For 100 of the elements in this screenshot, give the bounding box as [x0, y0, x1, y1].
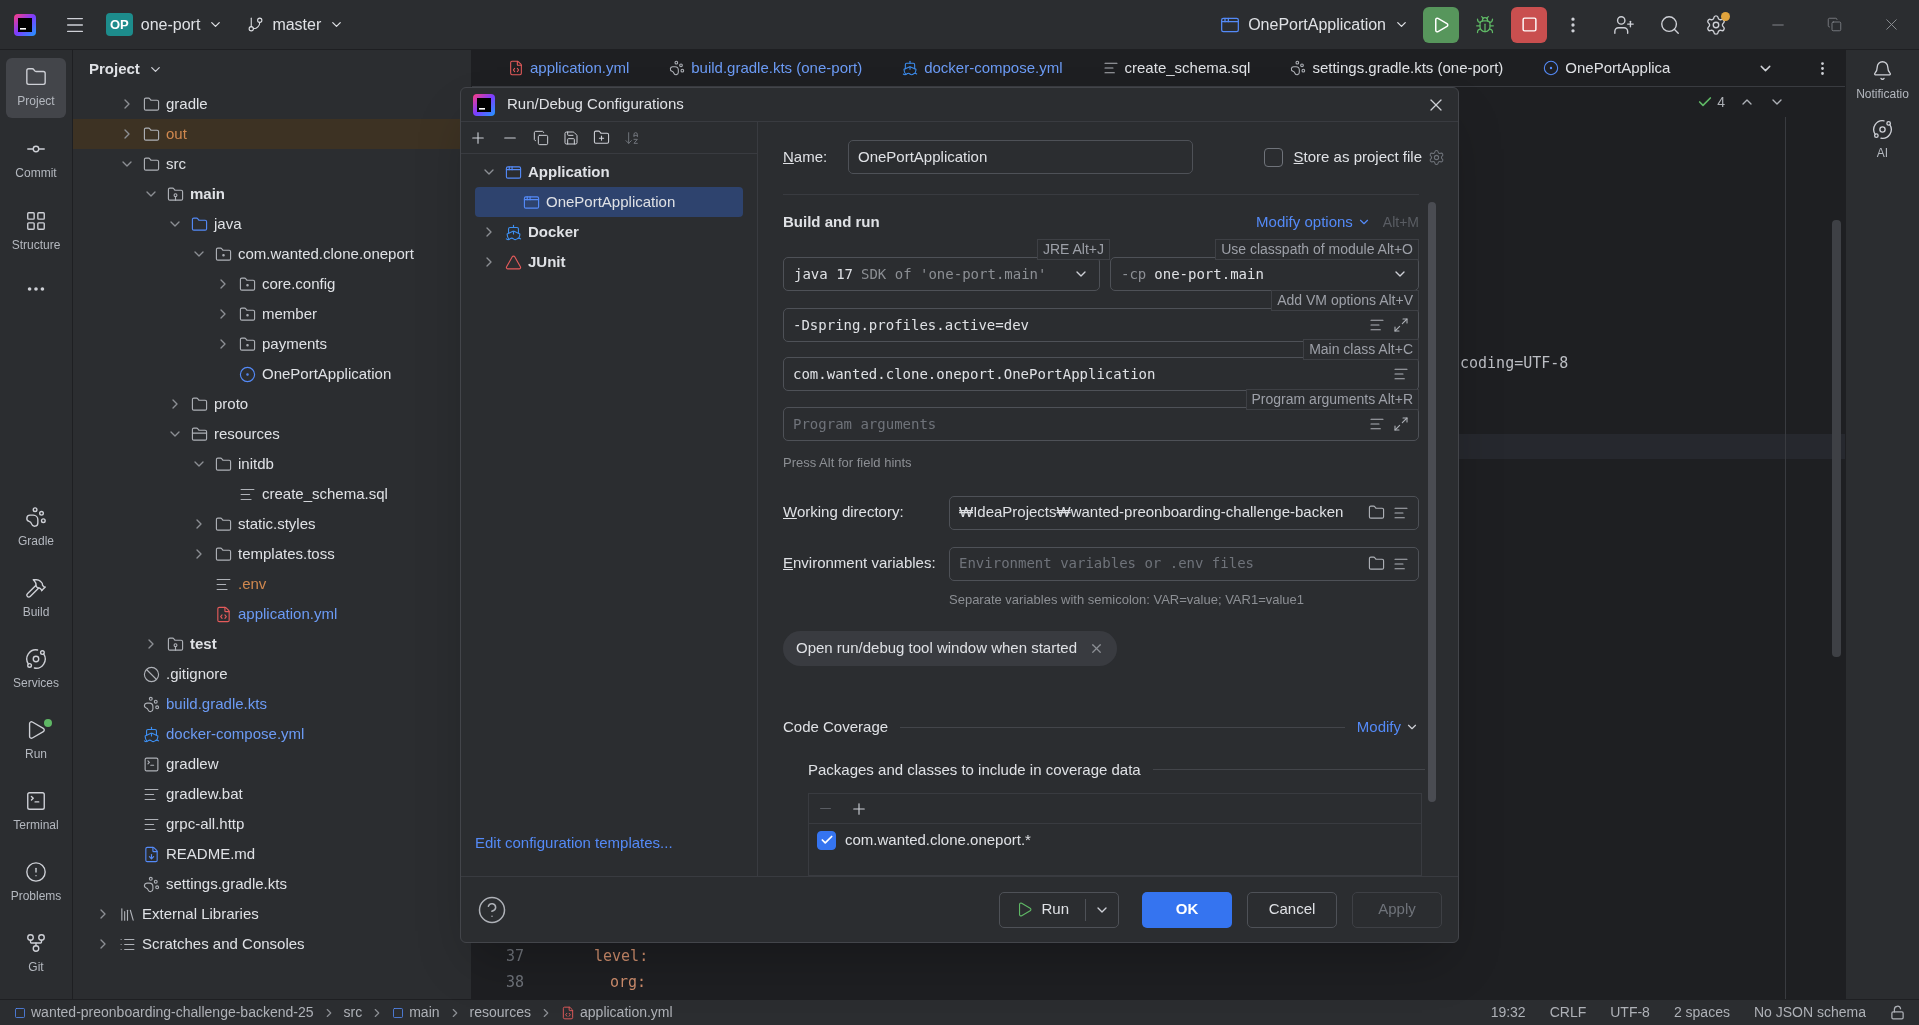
- folder-icon[interactable]: [1368, 555, 1385, 572]
- tool-window-button[interactable]: Structure: [6, 202, 66, 262]
- tree-item[interactable]: .env: [73, 569, 471, 599]
- config-tree-item[interactable]: OnePortApplication: [475, 187, 743, 217]
- tree-item[interactable]: External Libraries: [73, 899, 471, 929]
- tool-window-button[interactable]: Problems: [6, 847, 66, 918]
- config-tree-item[interactable]: JUnit: [475, 247, 743, 277]
- rerun-button[interactable]: [1423, 6, 1459, 43]
- scrollbar[interactable]: [1832, 220, 1841, 657]
- tree-item[interactable]: initdb: [73, 449, 471, 479]
- project-switcher[interactable]: OP one-port: [106, 12, 224, 37]
- checkbox[interactable]: [1263, 147, 1283, 167]
- tree-item[interactable]: java: [73, 209, 471, 239]
- tree-item[interactable]: Scratches and Consoles: [73, 929, 471, 959]
- tree-item[interactable]: grpc-all.http: [73, 809, 471, 839]
- tree-item[interactable]: .gitignore: [73, 659, 471, 689]
- text-field[interactable]: OnePortApplication: [848, 140, 1193, 174]
- tree-item[interactable]: gradle: [73, 89, 471, 119]
- folder-icon[interactable]: [1368, 504, 1385, 521]
- tree-item[interactable]: templates.toss: [73, 539, 471, 569]
- lock-icon[interactable]: [1890, 1005, 1905, 1020]
- tree-item[interactable]: docker-compose.yml: [73, 719, 471, 749]
- tool-window-button[interactable]: Notificatio: [1856, 60, 1909, 103]
- run-button[interactable]: Run: [1000, 892, 1085, 927]
- tool-window-button[interactable]: Services: [6, 634, 66, 705]
- tree-item[interactable]: README.md: [73, 839, 471, 869]
- tree-item[interactable]: payments: [73, 329, 471, 359]
- tree-item[interactable]: proto: [73, 389, 471, 419]
- run-config-selector[interactable]: OnePortApplication: [1220, 12, 1409, 37]
- tool-window-button[interactable]: AI: [1872, 119, 1893, 162]
- tree-item[interactable]: settings.gradle.kts: [73, 869, 471, 899]
- search-icon[interactable]: [1659, 13, 1681, 36]
- checkbox[interactable]: [817, 830, 836, 850]
- sort-icon[interactable]: [624, 129, 640, 146]
- tool-window-button[interactable]: Build: [6, 563, 66, 634]
- tree-item[interactable]: static.styles: [73, 509, 471, 539]
- tree-item[interactable]: test: [73, 629, 471, 659]
- breadcrumb[interactable]: resources: [469, 1002, 532, 1023]
- input-field[interactable]: Program arguments: [793, 413, 1361, 435]
- text-field[interactable]: Environment variables or .env files: [949, 546, 1419, 581]
- document-icon[interactable]: [1393, 366, 1409, 382]
- tree-item[interactable]: src: [73, 149, 471, 179]
- breadcrumb[interactable]: src: [343, 1002, 363, 1023]
- tree-item[interactable]: member: [73, 299, 471, 329]
- text-field[interactable]: -Dspring.profiles.active=dev: [783, 308, 1419, 342]
- config-tree-item[interactable]: Docker: [475, 217, 743, 247]
- document-icon[interactable]: [1369, 416, 1385, 432]
- editor-tab[interactable]: build.gradle.kts (one-port): [669, 56, 863, 80]
- config-tree-item[interactable]: Application: [475, 157, 743, 187]
- ok-button[interactable]: OK: [1142, 891, 1232, 928]
- tree-item[interactable]: build.gradle.kts: [73, 689, 471, 719]
- add-user-icon[interactable]: [1613, 13, 1635, 36]
- copy-icon[interactable]: [533, 129, 549, 146]
- debug-icon[interactable]: [1475, 14, 1495, 35]
- tree-item[interactable]: resources: [73, 419, 471, 449]
- tool-window-button[interactable]: Git: [6, 918, 66, 989]
- cancel-button[interactable]: Cancel: [1247, 891, 1337, 928]
- tool-window-button[interactable]: Gradle: [6, 492, 66, 563]
- remove-icon[interactable]: [1089, 641, 1104, 656]
- tree-item[interactable]: main: [73, 179, 471, 209]
- jre-dropdown[interactable]: java 17 SDK of 'one-port.main': [783, 257, 1100, 291]
- editor-tab[interactable]: settings.gradle.kts (one-port): [1290, 56, 1504, 80]
- tree-item[interactable]: com.wanted.clone.oneport: [73, 239, 471, 269]
- breadcrumb[interactable]: application.yml: [561, 1002, 673, 1023]
- tool-window-button[interactable]: Run: [6, 705, 66, 776]
- editor-tab[interactable]: create_schema.sql: [1102, 56, 1251, 80]
- panel-title[interactable]: Project: [89, 58, 140, 81]
- expand-icon[interactable]: [1393, 416, 1409, 432]
- settings-icon[interactable]: [1705, 13, 1727, 36]
- tool-window-button[interactable]: Commit: [6, 130, 66, 190]
- restore-icon[interactable]: [1827, 17, 1842, 32]
- templates-link[interactable]: Edit configuration templates...: [475, 831, 673, 854]
- editor-tab[interactable]: docker-compose.yml: [902, 56, 1063, 80]
- status-item[interactable]: CRLF: [1549, 1002, 1587, 1023]
- editor-tab[interactable]: application.yml: [508, 56, 630, 80]
- tree-item[interactable]: OnePortApplication: [73, 359, 471, 389]
- status-item[interactable]: 2 spaces: [1673, 1002, 1730, 1023]
- status-item[interactable]: UTF-8: [1610, 1002, 1650, 1023]
- status-item[interactable]: No JSON schema: [1753, 1002, 1866, 1023]
- tree-item[interactable]: create_schema.sql: [73, 479, 471, 509]
- modify-options-link[interactable]: Modify options: [1256, 210, 1371, 234]
- tree-item[interactable]: gradlew: [73, 749, 471, 779]
- input-field[interactable]: Environment variables or .env files: [959, 553, 1360, 574]
- status-item[interactable]: 19:32: [1490, 1002, 1526, 1023]
- help-icon[interactable]: [477, 894, 507, 925]
- editor-tab[interactable]: OnePortApplica: [1543, 56, 1671, 80]
- expand-icon[interactable]: [1393, 317, 1409, 333]
- tool-window-button[interactable]: Project: [6, 58, 66, 118]
- breadcrumb[interactable]: main: [392, 1002, 440, 1023]
- breadcrumb[interactable]: wanted-preonboarding-challenge-backend-25: [14, 1002, 314, 1023]
- inspection-status[interactable]: 4: [1697, 91, 1725, 113]
- modify-link[interactable]: Modify: [1356, 716, 1419, 739]
- scrollbar[interactable]: [1428, 202, 1436, 802]
- branch-switcher[interactable]: master: [247, 12, 345, 37]
- text-field[interactable]: Program arguments: [783, 407, 1419, 441]
- tool-window-button[interactable]: Terminal: [6, 776, 66, 847]
- tree-item[interactable]: core.config: [73, 269, 471, 299]
- tree-item[interactable]: application.yml: [73, 599, 471, 629]
- text-field[interactable]: com.wanted.clone.oneport.OnePortApplication: [783, 357, 1419, 391]
- option-chip[interactable]: Open run/debug tool window when started: [783, 631, 1117, 666]
